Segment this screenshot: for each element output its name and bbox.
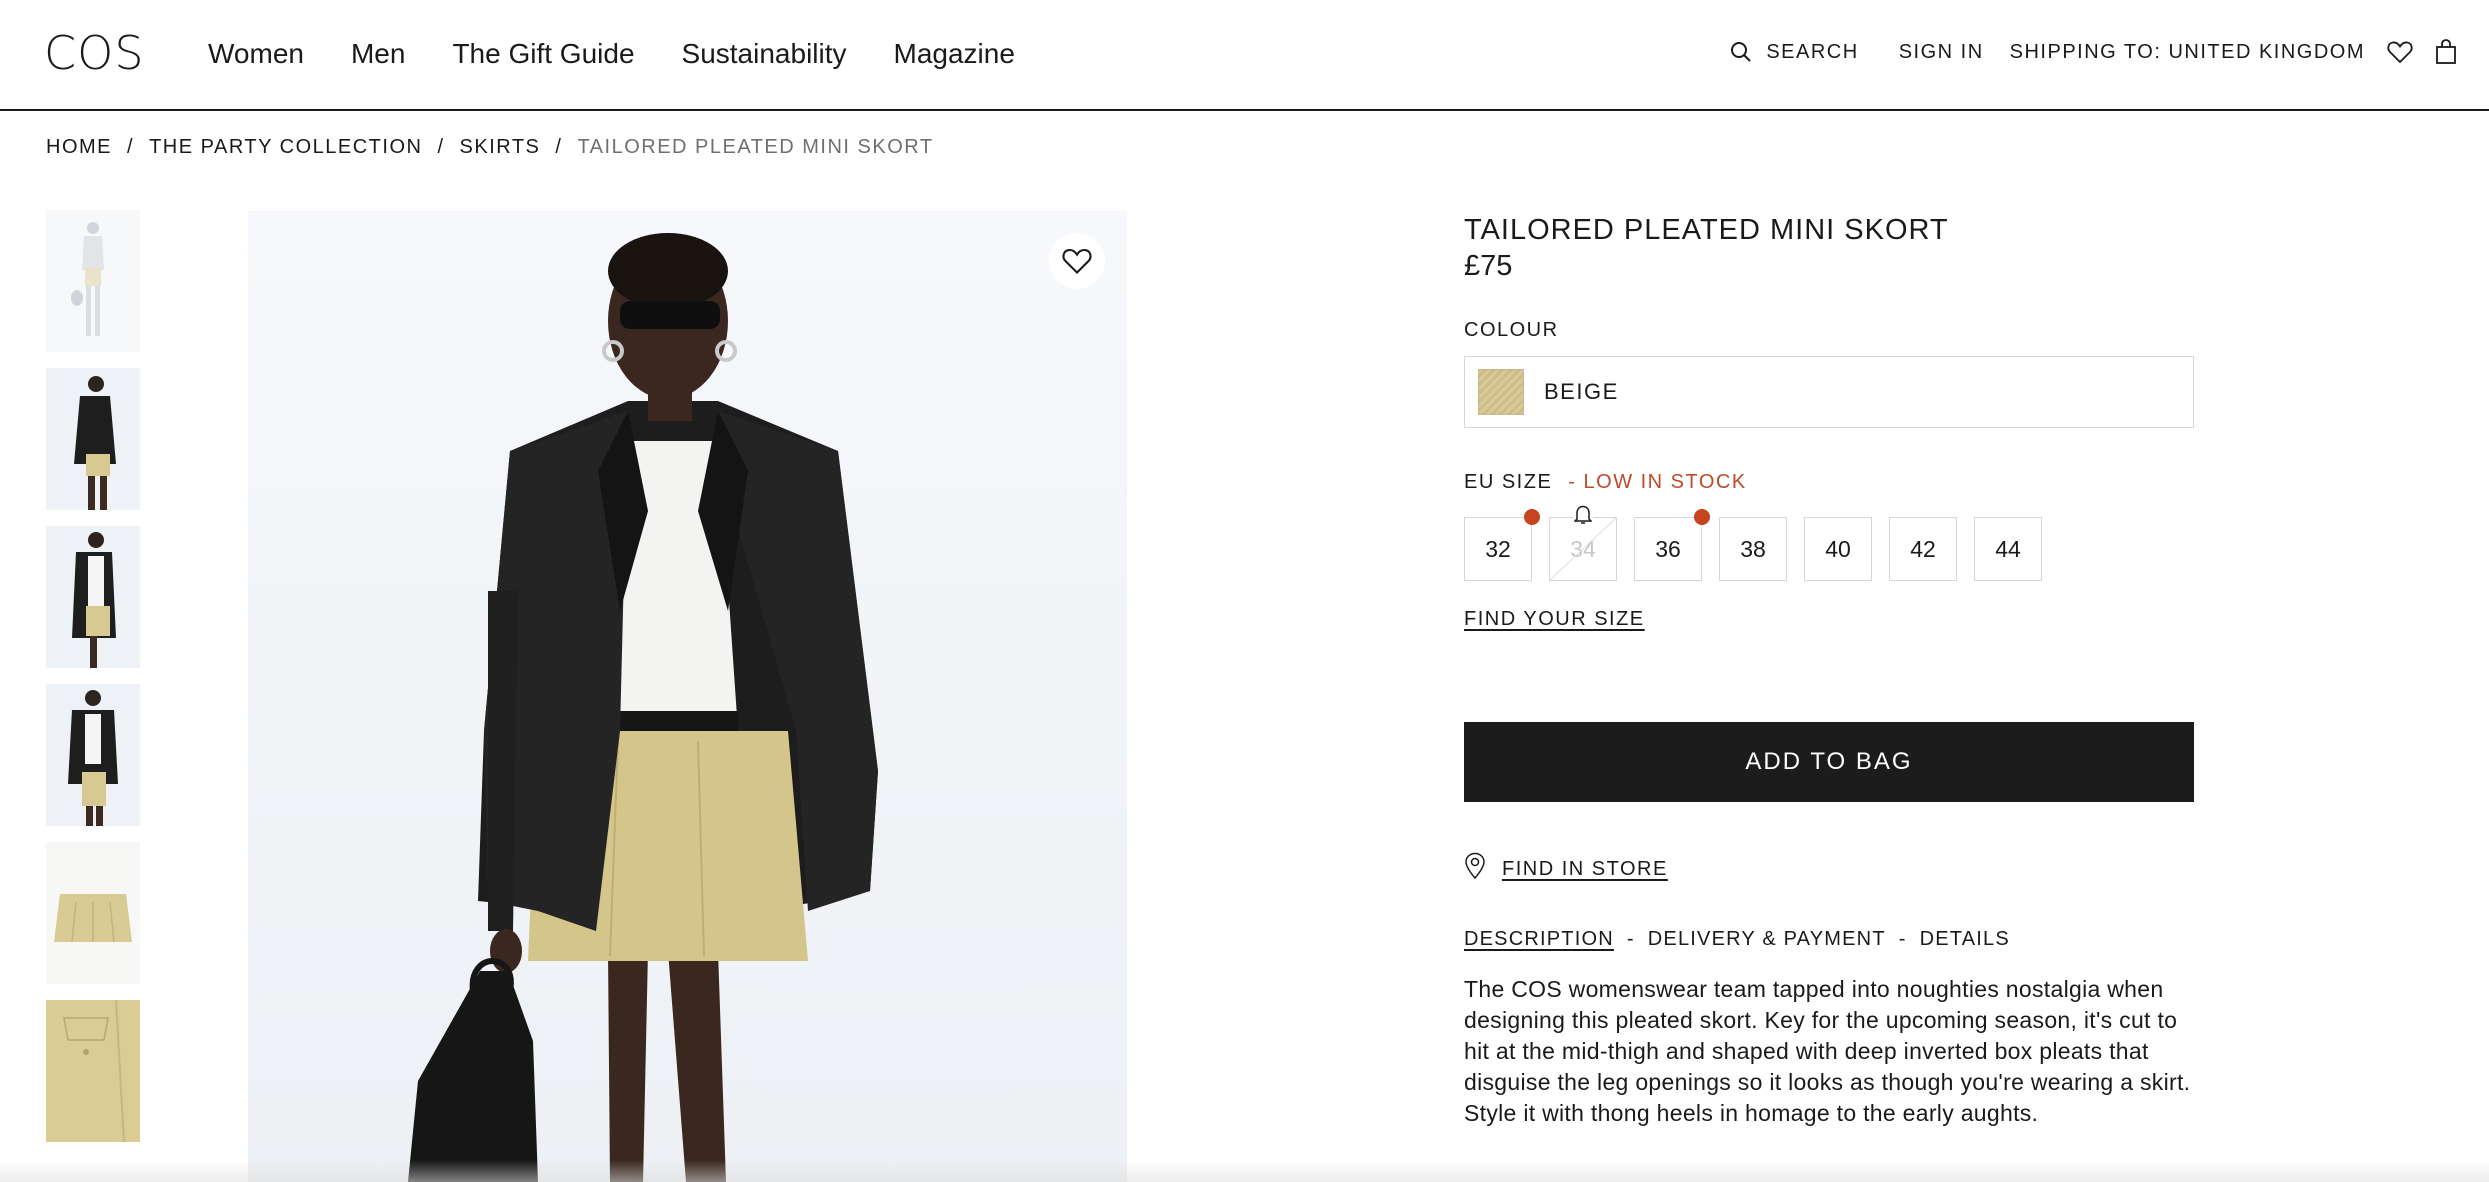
- add-to-bag-button[interactable]: ADD TO BAG: [1464, 722, 2194, 802]
- thumbnail-4[interactable]: [46, 684, 140, 826]
- bag-icon: [2435, 39, 2457, 65]
- colour-selector[interactable]: BEIGE: [1464, 356, 2194, 428]
- heart-icon: [1062, 247, 1092, 275]
- bag-button[interactable]: [2435, 39, 2457, 65]
- thumbnail-5[interactable]: [46, 842, 140, 984]
- bell-icon[interactable]: [1573, 504, 1593, 526]
- tab-delivery-payment[interactable]: DELIVERY & PAYMENT: [1648, 928, 1886, 951]
- stock-warning: - LOW IN STOCK: [1568, 471, 1747, 493]
- breadcrumb-current: TAILORED PLEATED MINI SKORT: [577, 136, 934, 158]
- nav-men[interactable]: Men: [351, 36, 405, 72]
- colour-swatch: [1478, 369, 1524, 415]
- nav-magazine[interactable]: Magazine: [894, 36, 1015, 72]
- size-option-42[interactable]: 42: [1889, 517, 1957, 581]
- size-option-44[interactable]: 44: [1974, 517, 2042, 581]
- cos-logo[interactable]: COS: [44, 27, 145, 79]
- thumbnail-1[interactable]: [46, 210, 140, 352]
- breadcrumb-separator: /: [555, 136, 563, 158]
- size-options: 32 34 36 38 40 42 44: [1464, 504, 2059, 581]
- size-option-36[interactable]: 36: [1634, 509, 1710, 581]
- nav-gift-guide[interactable]: The Gift Guide: [452, 36, 634, 72]
- wishlist-button[interactable]: [2387, 40, 2413, 64]
- thumbnail-3[interactable]: [46, 526, 140, 668]
- breadcrumb-separator: /: [127, 136, 135, 158]
- search-icon: [1730, 41, 1752, 63]
- breadcrumb-separator: /: [437, 136, 445, 158]
- heart-icon: [2387, 40, 2413, 64]
- size-label-row: EU SIZE - LOW IN STOCK: [1464, 470, 1747, 494]
- breadcrumb-party-collection[interactable]: THE PARTY COLLECTION: [149, 134, 422, 160]
- product-description: The COS womenswear team tapped into noug…: [1464, 976, 2191, 1126]
- product-title: TAILORED PLEATED MINI SKORT: [1464, 214, 1949, 246]
- tab-details[interactable]: DETAILS: [1920, 928, 2010, 951]
- low-stock-dot: [1524, 509, 1540, 525]
- search-label: SEARCH: [1766, 40, 1859, 63]
- breadcrumb: HOME / THE PARTY COLLECTION / SKIRTS / T…: [46, 134, 934, 160]
- thumbnail-strip: [46, 210, 140, 1158]
- breadcrumb-home[interactable]: HOME: [46, 134, 112, 160]
- size-value: 38: [1740, 535, 1766, 562]
- utility-nav: SEARCH SIGN IN SHIPPING TO: UNITED KINGD…: [1730, 34, 2457, 70]
- location-pin-icon: [1464, 852, 1486, 886]
- thumbnail-6[interactable]: [46, 1000, 140, 1142]
- tab-description[interactable]: DESCRIPTION: [1464, 928, 1614, 951]
- find-your-size-link[interactable]: FIND YOUR SIZE: [1464, 608, 1645, 631]
- colour-value: BEIGE: [1544, 379, 1619, 404]
- size-label: EU SIZE: [1464, 471, 1553, 493]
- site-header: COS Women Men The Gift Guide Sustainabil…: [0, 0, 2489, 111]
- info-tabs: DESCRIPTION - DELIVERY & PAYMENT - DETAI…: [1464, 928, 2010, 951]
- thumbnail-2[interactable]: [46, 368, 140, 510]
- size-option-40[interactable]: 40: [1804, 517, 1872, 581]
- shipping-selector[interactable]: SHIPPING TO: UNITED KINGDOM: [2010, 41, 2365, 64]
- find-in-store: FIND IN STORE: [1464, 852, 1668, 886]
- sign-in-link[interactable]: SIGN IN: [1899, 41, 1984, 64]
- size-value: 40: [1825, 535, 1851, 562]
- main-nav: Women Men The Gift Guide Sustainability …: [208, 36, 1062, 72]
- search-button[interactable]: SEARCH: [1730, 41, 1858, 64]
- size-value: 32: [1485, 535, 1511, 562]
- add-to-wishlist-button[interactable]: [1049, 233, 1105, 289]
- size-value: 36: [1655, 535, 1681, 562]
- nav-sustainability[interactable]: Sustainability: [682, 36, 847, 72]
- out-of-stock-slash: [1550, 518, 1616, 580]
- size-option-38[interactable]: 38: [1719, 517, 1787, 581]
- breadcrumb-skirts[interactable]: SKIRTS: [460, 134, 541, 160]
- size-value: 44: [1995, 535, 2021, 562]
- size-value: 42: [1910, 535, 1936, 562]
- main-product-image[interactable]: [248, 211, 1127, 1182]
- colour-label: COLOUR: [1464, 319, 1559, 341]
- size-option-34[interactable]: 34: [1549, 504, 1617, 581]
- size-option-32[interactable]: 32: [1464, 509, 1540, 581]
- tab-separator: -: [1898, 928, 1907, 950]
- product-price: £75: [1464, 250, 1513, 282]
- low-stock-dot: [1694, 509, 1710, 525]
- tab-separator: -: [1626, 928, 1635, 950]
- find-in-store-link[interactable]: FIND IN STORE: [1502, 858, 1668, 881]
- nav-women[interactable]: Women: [208, 36, 304, 72]
